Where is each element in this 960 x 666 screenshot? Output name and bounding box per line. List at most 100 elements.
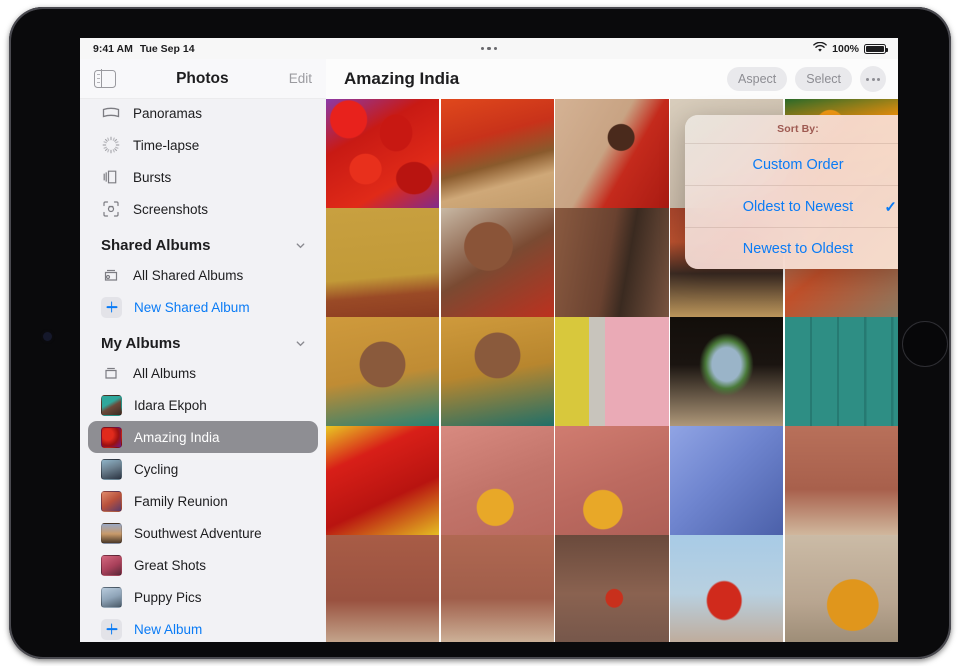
sidebar-item-label: Southwest Adventure — [134, 525, 262, 541]
photo-cell[interactable] — [670, 425, 784, 539]
page-title: Amazing India — [344, 69, 460, 88]
album-thumbnail — [101, 522, 122, 544]
sidebar-item-label: Panoramas — [133, 105, 203, 121]
photo-cell[interactable] — [440, 99, 554, 213]
photo-two-faces-close-up — [555, 207, 669, 322]
photo-cell[interactable] — [555, 207, 669, 322]
photo-cell[interactable] — [784, 316, 898, 430]
photo-cell[interactable] — [784, 534, 898, 642]
status-time: 9:41 AM — [93, 42, 133, 55]
status-bar-right: 100% — [813, 41, 898, 56]
photo-cell[interactable] — [670, 534, 784, 642]
sidebar-item-new-album[interactable]: New Album — [88, 613, 318, 642]
popover-option-label: Oldest to Newest — [742, 198, 854, 215]
photo-cell[interactable] — [326, 316, 440, 430]
popover-header: Sort By: — [777, 123, 819, 135]
checkmark-icon: ✓ — [884, 198, 897, 216]
sidebar-item-southwest-adventure[interactable]: Southwest Adventure — [88, 517, 318, 549]
sidebar-item-puppy-pics[interactable]: Puppy Pics — [88, 581, 318, 613]
sidebar-item-all-shared-albums[interactable]: All Shared Albums — [88, 259, 318, 291]
photo-archway-woman-red — [670, 316, 784, 430]
bursts-icon — [101, 167, 121, 187]
sidebar-navbar: Photos Edit — [80, 59, 326, 99]
popover-option-label: Newest to Oldest — [742, 240, 854, 257]
photo-cell[interactable] — [440, 425, 554, 539]
chevron-down-icon[interactable] — [295, 240, 306, 251]
photo-cell[interactable] — [440, 207, 554, 322]
photo-headwrap-portrait-a — [326, 316, 440, 430]
edit-button[interactable]: Edit — [289, 71, 312, 86]
photo-cell[interactable] — [440, 534, 554, 642]
aspect-button[interactable]: Aspect — [727, 67, 788, 91]
popover-option-oldest-to-newest[interactable]: Oldest to Newest ✓ — [685, 185, 898, 227]
popover-option-custom-order[interactable]: Custom Order — [685, 143, 898, 185]
home-button[interactable] — [902, 321, 948, 367]
ipad-device-frame: 9:41 AM Tue Sep 14 100% Photos Edit Pano… — [9, 7, 951, 659]
photo-cell[interactable] — [555, 425, 669, 539]
wifi-icon — [813, 41, 827, 56]
photo-woman-red-sari-sky — [670, 534, 784, 642]
content-navbar: Amazing India Aspect Select — [326, 59, 898, 99]
album-thumbnail — [101, 586, 122, 608]
sidebar-item-amazing-india[interactable]: Amazing India — [88, 421, 318, 453]
photo-headwrap-hands-portrait — [440, 316, 554, 430]
sidebar-item-bursts[interactable]: Bursts — [88, 161, 318, 193]
select-button[interactable]: Select — [795, 67, 852, 91]
section-title: Shared Albums — [101, 237, 211, 254]
photo-cell[interactable] — [784, 425, 898, 539]
sidebar-title: Photos — [176, 69, 229, 87]
popover-option-newest-to-oldest[interactable]: Newest to Oldest — [685, 227, 898, 269]
multitasking-dots-icon[interactable] — [80, 38, 898, 59]
photo-cell[interactable] — [326, 99, 440, 213]
sidebar-item-label: Cycling — [134, 461, 179, 477]
section-header-my-albums[interactable]: My Albums — [80, 323, 326, 357]
chevron-down-icon[interactable] — [295, 338, 306, 349]
sidebar-item-new-shared-album[interactable]: New Shared Album — [88, 291, 318, 323]
photo-red-fabric-pile — [326, 425, 440, 539]
shared-album-icon — [101, 265, 121, 285]
photo-humayun-tomb-facade — [784, 425, 898, 539]
photo-teal-weathered-door — [784, 316, 898, 430]
sidebar-item-cycling[interactable]: Cycling — [88, 453, 318, 485]
popover-option-label: Custom Order — [752, 156, 844, 173]
photo-cell[interactable] — [326, 425, 440, 539]
photo-cell[interactable] — [555, 316, 669, 430]
photo-cell[interactable] — [326, 534, 440, 642]
sidebar-scroll-area[interactable]: Panoramas Time-lapse Bursts Screenshots … — [80, 99, 326, 642]
sidebar-item-all-albums[interactable]: All Albums — [88, 357, 318, 389]
album-thumbnail — [101, 426, 122, 448]
photo-sari-feet-sandals — [440, 99, 554, 213]
photo-cell[interactable] — [555, 534, 669, 642]
sidebar-item-label: All Albums — [133, 365, 197, 381]
album-thumbnail — [101, 554, 122, 576]
more-ellipsis-icon[interactable] — [860, 66, 886, 92]
photo-woman-yellow-top-tomb — [784, 534, 898, 642]
screenshot-icon — [101, 199, 121, 219]
sidebar-item-label: Screenshots — [133, 201, 209, 217]
photo-fabric-drying-worker-a — [440, 425, 554, 539]
sidebar-item-label: Time-lapse — [133, 137, 200, 153]
photo-stone-staircase-red-dress — [555, 534, 669, 642]
plus-icon — [101, 618, 122, 640]
photo-cell[interactable] — [555, 99, 669, 213]
photo-cell[interactable] — [326, 207, 440, 322]
timelapse-icon — [101, 135, 121, 155]
sidebar-item-idara-ekpoh[interactable]: Idara Ekpoh — [88, 389, 318, 421]
sidebar-item-screenshots[interactable]: Screenshots — [88, 193, 318, 225]
sidebar-item-time-lapse[interactable]: Time-lapse — [88, 129, 318, 161]
photo-cell[interactable] — [440, 316, 554, 430]
sidebar-item-label: Puppy Pics — [134, 589, 202, 605]
sidebar-item-family-reunion[interactable]: Family Reunion — [88, 485, 318, 517]
front-camera-icon — [43, 332, 52, 341]
sort-by-popover[interactable]: Sort By: Custom Order Oldest to Newest ✓… — [685, 115, 898, 269]
panorama-icon — [101, 103, 121, 123]
plus-icon — [101, 296, 122, 318]
sidebar-item-label: Bursts — [133, 169, 172, 185]
sidebar-toggle-icon[interactable] — [94, 69, 116, 88]
photo-cell[interactable] — [670, 316, 784, 430]
sidebar-item-great-shots[interactable]: Great Shots — [88, 549, 318, 581]
sidebar-item-panoramas[interactable]: Panoramas — [88, 97, 318, 129]
status-date: Tue Sep 14 — [139, 42, 195, 55]
section-header-shared-albums[interactable]: Shared Albums — [80, 225, 326, 259]
sidebar-item-label: Idara Ekpoh — [134, 397, 207, 413]
